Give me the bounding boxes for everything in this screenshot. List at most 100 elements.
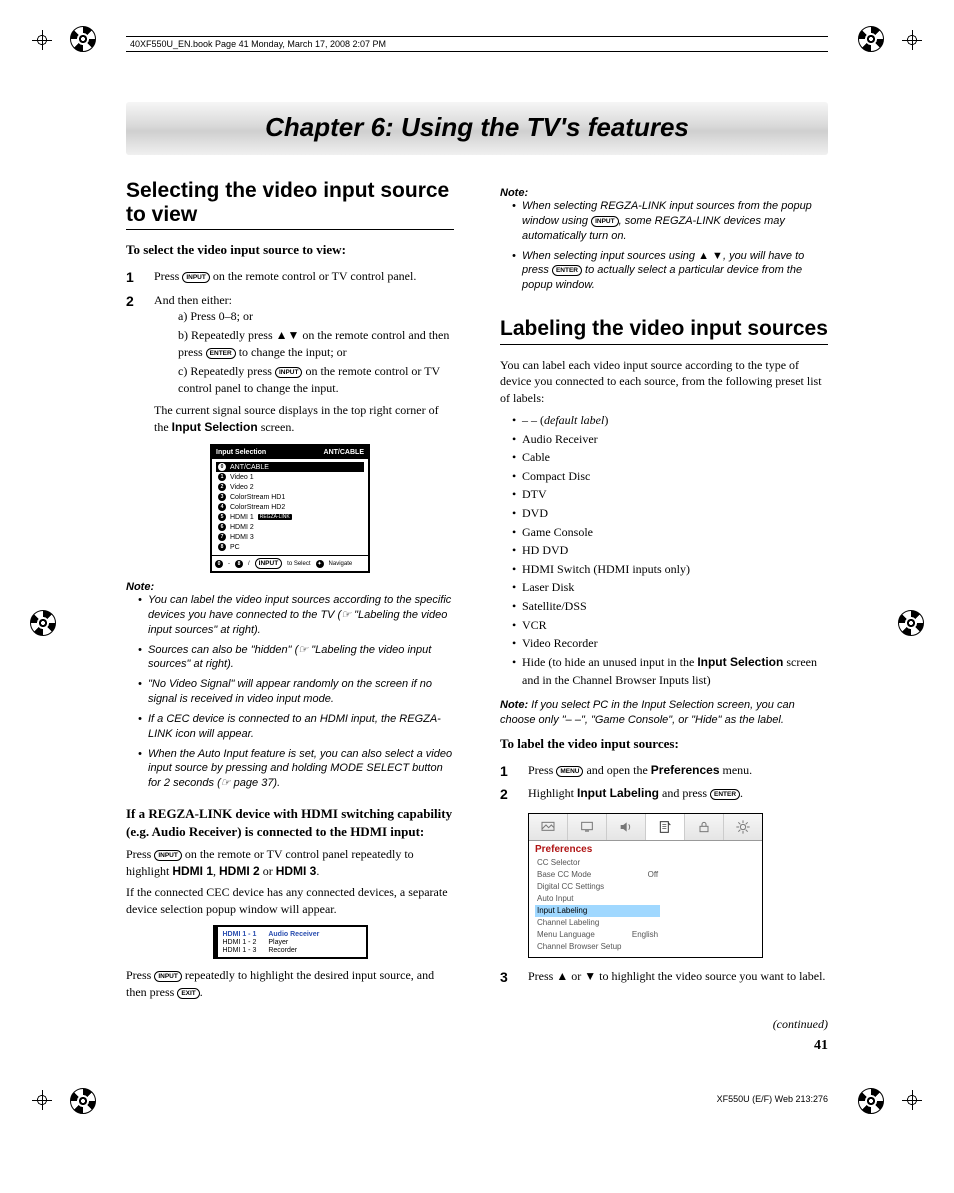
osd-number-icon: 1 <box>218 473 226 481</box>
tab-setup-icon <box>724 814 762 840</box>
text: Press <box>528 763 556 777</box>
osd-label: HDMI 3 <box>230 534 254 541</box>
prefs-row: Channel Labeling <box>535 917 660 929</box>
text: Highlight <box>528 786 577 800</box>
section-heading: Labeling the video input sources <box>500 317 828 341</box>
up-down-arrow-icon: ▲ ▼ <box>698 250 723 262</box>
input-key-icon: INPUT <box>255 558 283 569</box>
bold-text: Input Selection <box>697 655 783 669</box>
osd-row: 2Video 2 <box>216 482 364 492</box>
text: Navigate <box>329 561 353 567</box>
input-key-icon: INPUT <box>154 850 182 861</box>
text: to Select <box>287 561 310 567</box>
prefs-label: Auto Input <box>537 894 573 903</box>
paragraph: The current signal source displays in th… <box>126 402 454 436</box>
bold-text: Preferences <box>651 763 720 777</box>
note-item: When selecting REGZA-LINK input sources … <box>512 199 828 244</box>
paragraph: Press INPUT on the remote or TV control … <box>126 846 454 880</box>
note-heading: Note: <box>500 187 828 199</box>
nav-icon: ✦ <box>316 560 324 568</box>
input-key-icon: INPUT <box>275 367 303 378</box>
osd-current: ANT/CABLE <box>324 449 364 456</box>
label-item: Cable <box>512 448 828 467</box>
bold-text: Input Selection <box>172 420 258 434</box>
label-item: HDMI Switch (HDMI inputs only) <box>512 560 828 579</box>
crop-rose-icon <box>898 610 924 636</box>
popup-row: HDMI 1 - 1Audio Receiver <box>223 930 361 938</box>
popup-row: HDMI 1 - 3 Recorder <box>223 946 361 954</box>
continued-label: (continued) <box>500 1017 828 1032</box>
osd-number-icon: 2 <box>218 483 226 491</box>
note-list: You can label the video input sources ac… <box>126 593 454 791</box>
book-header: 40XF550U_EN.book Page 41 Monday, March 1… <box>126 36 828 52</box>
page-number: 41 <box>500 1038 828 1054</box>
input-selection-osd: Input Selection ANT/CABLE 0ANT/CABLE1Vid… <box>210 444 370 573</box>
input-key-icon: INPUT <box>591 216 619 227</box>
bold-text: Input Labeling <box>577 786 659 800</box>
run-in-heading: If a REGZA-LINK device with HDMI switchi… <box>126 805 454 840</box>
prefs-row: Channel Browser Setup <box>535 941 660 953</box>
osd-row: 6HDMI 2 <box>216 522 364 532</box>
popup-left: HDMI 1 - 2 <box>223 939 257 946</box>
osd-number-icon: 7 <box>218 533 226 541</box>
text: and open the <box>583 763 650 777</box>
hdmi-popup-osd: HDMI 1 - 1Audio ReceiverHDMI 1 - 2Player… <box>213 925 368 959</box>
substep: c) Repeatedly press INPUT on the remote … <box>178 363 454 397</box>
substep: a) Press 0–8; or <box>178 308 454 325</box>
note-item: Sources can also be "hidden" (☞ "Labelin… <box>138 643 454 673</box>
prefs-row: Menu LanguageEnglish <box>535 929 660 941</box>
osd-label: HDMI 2 <box>230 524 254 531</box>
osd-row: 5HDMI 1REGZA-LINK <box>216 512 364 522</box>
popup-right: Recorder <box>268 947 297 954</box>
crop-mark <box>32 1090 52 1110</box>
crop-rose-icon <box>858 26 884 52</box>
label-item: Video Recorder <box>512 634 828 653</box>
osd-row: 1Video 1 <box>216 472 364 482</box>
text: If you select PC in the Input Selection … <box>500 699 795 726</box>
osd-label: ANT/CABLE <box>230 464 269 471</box>
crop-mark <box>32 30 52 50</box>
up-arrow-icon: ▲ <box>556 969 568 983</box>
prefs-label: Channel Labeling <box>537 918 599 927</box>
step-body: Press ▲ or ▼ to highlight the video sour… <box>528 968 828 988</box>
text: menu. <box>720 763 753 777</box>
paragraph: You can label each video input source ac… <box>500 357 828 407</box>
prefs-row: Input Labeling <box>535 905 660 917</box>
note-item: If a CEC device is connected to an HDMI … <box>138 712 454 742</box>
osd-number-icon: 4 <box>218 503 226 511</box>
note-item: When selecting input sources using ▲ ▼, … <box>512 249 828 294</box>
rule <box>126 229 454 230</box>
popup-left: HDMI 1 - 1 <box>223 931 257 938</box>
footer-code: XF550U (E/F) Web 213:276 <box>36 1094 828 1104</box>
note-label: Note: <box>500 699 528 711</box>
text: Press <box>154 269 182 283</box>
down-arrow-icon: ▼ <box>584 969 596 983</box>
text: Hide (to hide an unused input in the <box>522 655 697 669</box>
popup-left: HDMI 1 - 3 <box>223 947 257 954</box>
crop-rose-icon <box>70 1088 96 1114</box>
enter-key-icon: ENTER <box>552 265 582 276</box>
label-item: Satellite/DSS <box>512 597 828 616</box>
prefs-row: Auto Input <box>535 893 660 905</box>
osd-number-icon: 5 <box>218 513 226 521</box>
text: screen. <box>258 420 295 434</box>
osd-row: 8PC <box>216 542 364 552</box>
prefs-label: Channel Browser Setup <box>537 942 622 951</box>
text: Press <box>126 968 154 982</box>
tab-lock-icon <box>685 814 724 840</box>
subhead: To label the video input sources: <box>500 736 828 752</box>
text: b) Repeatedly press <box>178 328 276 342</box>
tab-preferences-icon <box>646 814 685 840</box>
menu-key-icon: MENU <box>556 766 583 777</box>
note: Note: If you select PC in the Input Sele… <box>500 698 828 728</box>
step-body: Highlight Input Labeling and press ENTER… <box>528 785 828 805</box>
step-number: 1 <box>126 268 140 288</box>
note-heading: Note: <box>126 581 454 593</box>
osd-label: ColorStream HD1 <box>230 494 285 501</box>
enter-key-icon: ENTER <box>710 789 740 800</box>
bold-text: HDMI 1 <box>172 864 213 878</box>
enter-key-icon: ENTER <box>206 348 236 359</box>
tab-audio-icon <box>607 814 646 840</box>
note-item: When the Auto Input feature is set, you … <box>138 747 454 792</box>
text: to highlight the video source you want t… <box>596 969 825 983</box>
